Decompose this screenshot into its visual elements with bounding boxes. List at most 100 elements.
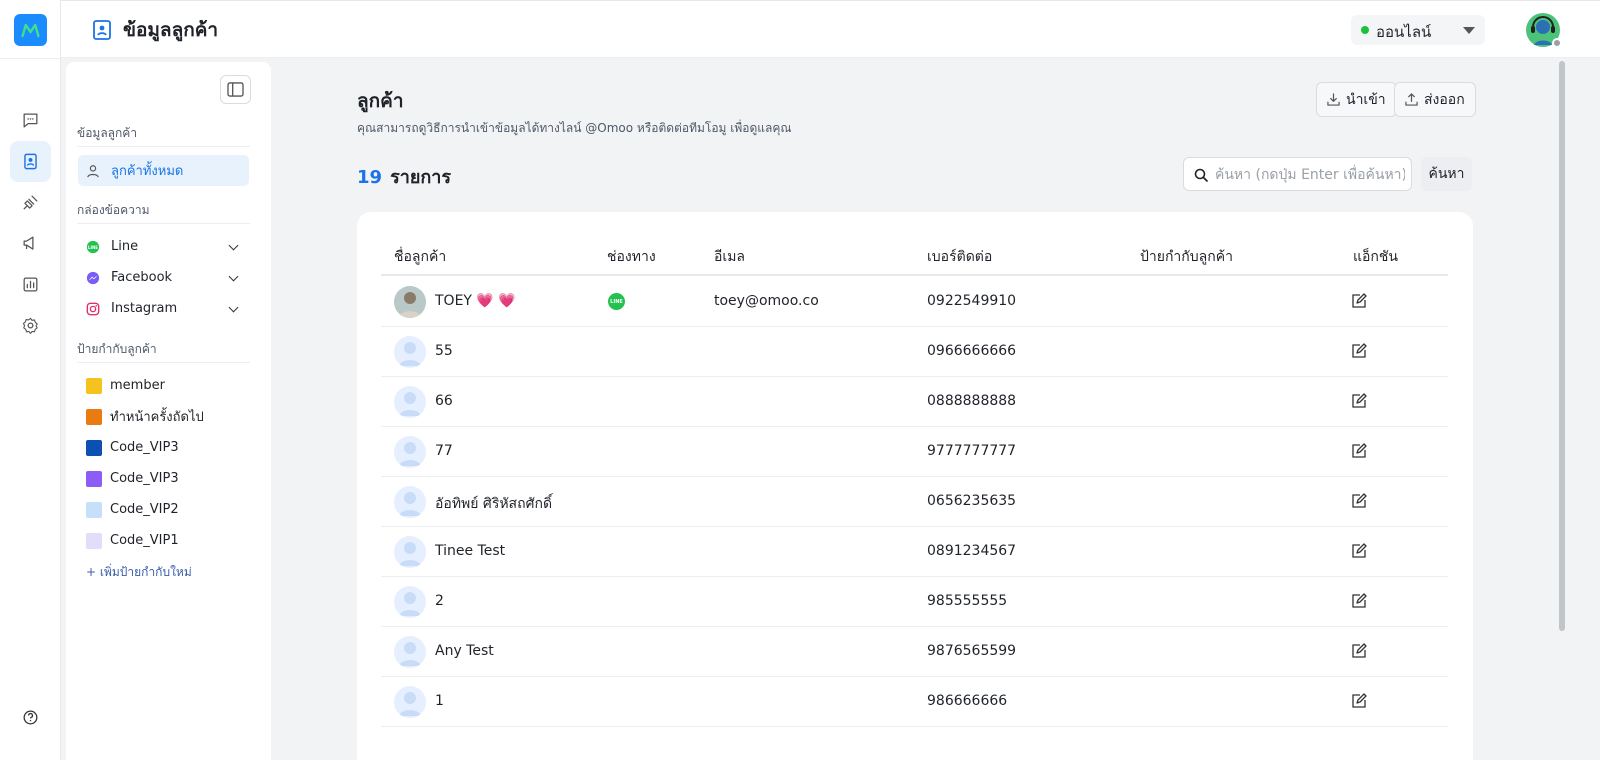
tag-color-swatch: [86, 532, 102, 549]
customer-name[interactable]: 1: [435, 693, 444, 709]
tag-label: Code_VIP1: [110, 533, 179, 548]
import-button[interactable]: นำเข้า: [1316, 82, 1397, 117]
tag-color-swatch: [86, 470, 102, 487]
top-bar: ข้อมูลลูกค้า ออนไลน์: [61, 0, 1600, 58]
avatar: [394, 486, 426, 518]
avatar: [394, 586, 426, 618]
sidebar-item-facebook[interactable]: Facebook: [78, 262, 249, 293]
edit-icon[interactable]: [1351, 343, 1367, 359]
export-button[interactable]: ส่งออก: [1394, 82, 1476, 117]
table-row[interactable]: 55 0966666666: [381, 327, 1448, 377]
tag-item[interactable]: Code_VIP3: [78, 463, 249, 494]
tag-item[interactable]: Code_VIP1: [78, 525, 249, 556]
customer-name[interactable]: 77: [435, 443, 453, 459]
customer-phone: 0891234567: [927, 543, 1017, 559]
avatar: [394, 536, 426, 568]
customers-heading: ลูกค้า: [357, 90, 404, 112]
line-icon: LINE: [608, 293, 625, 310]
table-row[interactable]: Any Test 9876565599: [381, 627, 1448, 677]
customer-name[interactable]: 66: [435, 393, 453, 409]
sidebar-toggle-icon: [227, 82, 244, 97]
import-icon: [1327, 93, 1340, 106]
column-header-channel[interactable]: ช่องทาง: [607, 246, 656, 268]
user-avatar[interactable]: [1526, 13, 1562, 48]
report-icon[interactable]: [10, 264, 51, 305]
integration-icon[interactable]: [10, 182, 51, 223]
edit-icon[interactable]: [1351, 593, 1367, 609]
omoo-logo-icon[interactable]: [14, 14, 47, 46]
scrollbar-thumb[interactable]: [1559, 61, 1565, 631]
sidebar-item-all-customers[interactable]: ลูกค้าทั้งหมด: [78, 155, 249, 186]
table-row[interactable]: 66 0888888888: [381, 377, 1448, 427]
column-header-email[interactable]: อีเมล: [714, 246, 745, 268]
edit-icon[interactable]: [1351, 493, 1367, 509]
customer-phone: 9876565599: [927, 643, 1017, 659]
search-icon: [1194, 168, 1208, 182]
table-row[interactable]: Tinee Test 0891234567: [381, 527, 1448, 577]
edit-icon[interactable]: [1351, 643, 1367, 659]
user-icon: [87, 164, 99, 177]
chevron-down-icon: [228, 240, 239, 251]
page-scrollbar[interactable]: [1556, 58, 1568, 760]
online-status-dropdown[interactable]: ออนไลน์: [1351, 15, 1485, 45]
edit-icon[interactable]: [1351, 443, 1367, 459]
customer-table-card: ชื่อลูกค้า ช่องทาง อีเมล เบอร์ติดต่อ ป้า…: [357, 212, 1473, 760]
tag-item[interactable]: Code_VIP3: [78, 432, 249, 463]
table-row[interactable]: อัอทิพย์ ศิริหัสถศักดิ์ 0656235635: [381, 477, 1448, 527]
caret-down-icon: [1463, 27, 1475, 34]
tag-item[interactable]: ทำหน้าครั้งถัดไป: [78, 401, 249, 432]
customer-phone: 986666666: [927, 693, 1008, 709]
customer-name[interactable]: 55: [435, 343, 453, 359]
contacts-page-icon: [93, 20, 111, 40]
tag-item[interactable]: Code_VIP2: [78, 494, 249, 525]
chat-icon[interactable]: [10, 100, 51, 141]
tag-color-swatch: [86, 439, 102, 456]
tag-color-swatch: [86, 408, 102, 425]
table-row[interactable]: 2 985555555: [381, 577, 1448, 627]
edit-icon[interactable]: [1351, 293, 1367, 309]
contacts-icon[interactable]: [10, 141, 51, 182]
column-header-phone[interactable]: เบอร์ติดต่อ: [927, 246, 992, 268]
broadcast-icon[interactable]: [10, 223, 51, 264]
avatar: [394, 686, 426, 718]
filter-sidebar: ข้อมูลลูกค้า ลูกค้าทั้งหมด กล่องข้อความ …: [66, 62, 271, 760]
customer-name[interactable]: TOEY 💗 💗: [435, 293, 516, 309]
export-icon: [1405, 93, 1418, 106]
chevron-down-icon: [228, 271, 239, 282]
edit-icon[interactable]: [1351, 543, 1367, 559]
tag-item[interactable]: member: [78, 370, 249, 401]
customer-name[interactable]: อัอทิพย์ ศิริหัสถศักดิ์: [435, 493, 552, 515]
customer-name[interactable]: 2: [435, 593, 444, 609]
section-customers-heading: ข้อมูลลูกค้า: [77, 126, 138, 140]
page-title: ข้อมูลลูกค้า: [123, 19, 219, 41]
sidebar-item-line[interactable]: LINE Line: [78, 231, 249, 262]
sidebar-item-label: Line: [111, 239, 139, 254]
customer-name[interactable]: Any Test: [435, 643, 494, 659]
customer-phone: 0922549910: [927, 293, 1017, 309]
customer-phone: 0966666666: [927, 343, 1017, 359]
sidebar-item-instagram[interactable]: Instagram: [78, 293, 249, 324]
section-inbox-heading: กล่องข้อความ: [77, 203, 150, 217]
tag-label: ทำหน้าครั้งถัดไป: [110, 410, 204, 425]
edit-icon[interactable]: [1351, 393, 1367, 409]
table-row[interactable]: 77 9777777777: [381, 427, 1448, 477]
help-icon[interactable]: [10, 697, 51, 738]
add-tag-link[interactable]: + เพิ่มป้ายกำกับใหม่: [86, 563, 192, 582]
customer-phone: 985555555: [927, 593, 1008, 609]
table-row[interactable]: TOEY 💗 💗 LINE toey@omoo.co 0922549910: [381, 277, 1448, 327]
search-input[interactable]: [1215, 164, 1405, 186]
table-row[interactable]: 1 986666666: [381, 677, 1448, 727]
record-count: 19 รายการ: [357, 162, 451, 191]
export-label: ส่งออก: [1424, 91, 1465, 108]
edit-icon[interactable]: [1351, 693, 1367, 709]
column-header-name[interactable]: ชื่อลูกค้า: [394, 246, 446, 268]
customers-subtitle: คุณสามารถดูวิธีการนำเข้าข้อมูลได้ทางไลน์…: [357, 121, 792, 135]
column-header-tags[interactable]: ป้ายกำกับลูกค้า: [1140, 246, 1233, 268]
settings-icon[interactable]: [10, 305, 51, 346]
customer-phone: 0656235635: [927, 493, 1017, 509]
avatar: [394, 436, 426, 468]
collapse-sidebar-button[interactable]: [220, 75, 251, 104]
customer-name[interactable]: Tinee Test: [435, 543, 505, 559]
search-box: [1183, 157, 1412, 191]
search-button[interactable]: ค้นหา: [1421, 157, 1472, 191]
